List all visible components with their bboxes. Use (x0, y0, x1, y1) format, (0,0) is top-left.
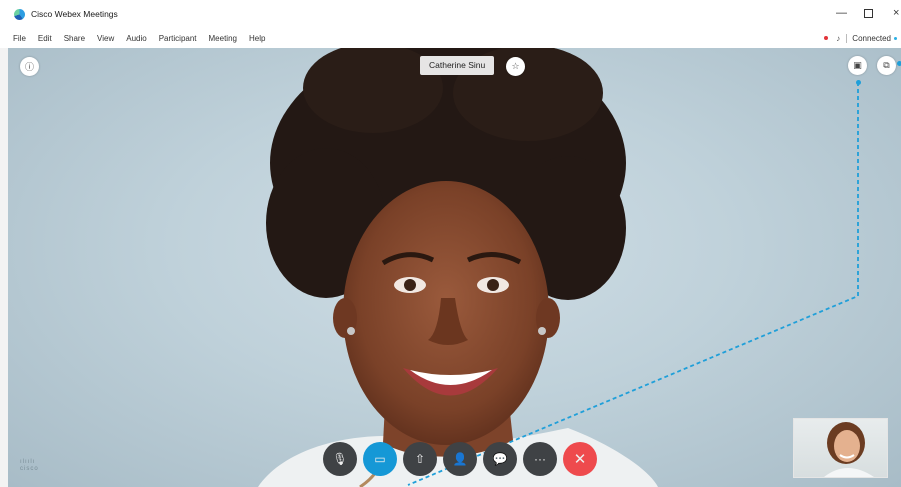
close-window-button[interactable]: × (893, 6, 899, 20)
pin-icon: ☆ (511, 61, 520, 71)
minimize-window-button[interactable]: — (836, 6, 847, 20)
pin-participant-button[interactable]: ☆ (506, 57, 525, 76)
menu-audio[interactable]: Audio (126, 34, 146, 43)
recording-indicator-icon (824, 36, 829, 40)
participants-icon: 👤 (452, 452, 468, 466)
minimize-view-icon: ⧉ (883, 60, 890, 70)
menu-edit[interactable]: Edit (38, 34, 52, 43)
share-button[interactable]: ⇧ (403, 442, 437, 476)
self-view-video (824, 422, 874, 477)
more-options-button[interactable]: ··· (523, 442, 557, 476)
maximize-window-button[interactable] (864, 6, 873, 22)
cisco-brand-watermark: ılıılı cisco (20, 459, 39, 473)
end-meeting-button[interactable]: ✕ (563, 442, 597, 476)
participants-button[interactable]: 👤 (443, 442, 477, 476)
connection-status: ♪ Connected (824, 28, 897, 48)
cisco-logo-icon: ılıılı (20, 459, 36, 465)
status-divider (846, 33, 848, 43)
connection-status-label: Connected (852, 33, 891, 43)
info-icon: ⓘ (24, 62, 34, 72)
participant-video (258, 48, 658, 487)
layout-icon: ▣ (853, 60, 862, 70)
meeting-controls: 🎙 ▭ ⇧ 👤 💬 ··· ✕ (323, 442, 597, 476)
guide-anchor-dot (856, 80, 861, 85)
menu-bar: File Edit Share View Audio Participant M… (0, 28, 901, 48)
menu-meeting[interactable]: Meeting (209, 34, 237, 43)
end-call-icon: ✕ (573, 451, 587, 468)
change-layout-button[interactable]: ▣ (848, 56, 867, 75)
share-upload-icon: ⇧ (414, 452, 426, 466)
video-camera-icon: ▭ (374, 452, 386, 466)
webex-window: Cisco Webex Meetings — × File Edit Share… (0, 0, 901, 487)
info-button[interactable]: ⓘ (20, 57, 39, 76)
audio-icon[interactable]: ♪ (836, 34, 840, 43)
brand-label: cisco (20, 466, 39, 472)
title-bar: Cisco Webex Meetings — × (0, 0, 901, 28)
chat-bubble-icon: 💬 (492, 452, 508, 466)
connection-indicator-icon (894, 36, 897, 40)
menu-file[interactable]: File (13, 34, 26, 43)
maximize-icon (864, 9, 873, 18)
menu-share[interactable]: Share (64, 34, 85, 43)
microphone-muted-icon: 🎙 (332, 452, 348, 466)
menu-participant[interactable]: Participant (159, 34, 197, 43)
webex-logo-icon (14, 8, 25, 20)
window-title: Cisco Webex Meetings (31, 9, 118, 19)
more-icon: ··· (534, 452, 546, 466)
mute-button[interactable]: 🎙 (323, 442, 357, 476)
menu-view[interactable]: View (97, 34, 114, 43)
chat-button[interactable]: 💬 (483, 442, 517, 476)
participant-name-label: Catherine Sinu (420, 56, 495, 75)
menu-help[interactable]: Help (249, 34, 265, 43)
minimize-view-button[interactable]: ⧉ (877, 56, 896, 75)
self-view-thumbnail[interactable] (793, 418, 888, 478)
guide-edge-dot (897, 61, 901, 66)
video-stage: ⓘ Catherine Sinu ☆ ▣ ⧉ ılıılı cisco 🎙 ▭ (8, 48, 901, 487)
video-button[interactable]: ▭ (363, 442, 397, 476)
